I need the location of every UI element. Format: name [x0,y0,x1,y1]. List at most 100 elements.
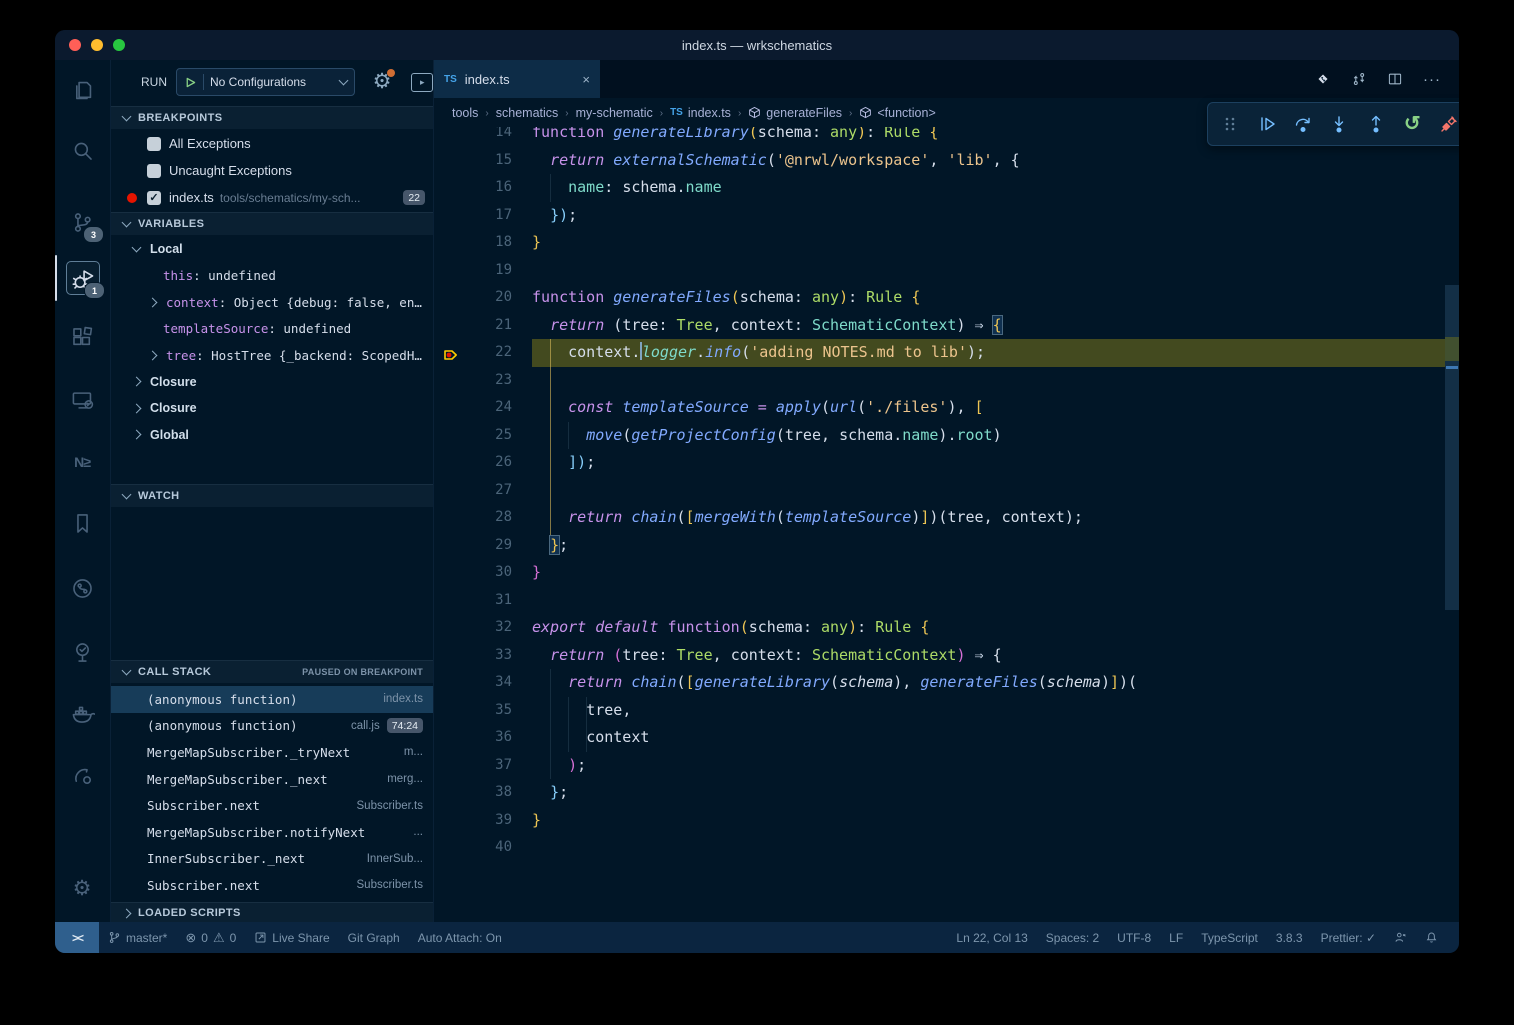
variable-scope-row[interactable]: Closure [111,369,433,396]
breakpoint-row[interactable]: All Exceptions [111,130,433,157]
call-stack-frame[interactable]: Subscriber.next Subscriber.ts [111,872,433,899]
call-stack-frame[interactable]: InnerSubscriber._next InnerSub... [111,846,433,873]
split-editor-icon[interactable] [1387,71,1403,87]
variable-row[interactable]: templateSource: undefined [111,316,433,343]
close-window-button[interactable] [69,39,81,51]
variable-row[interactable]: this: undefined [111,263,433,290]
line-number: 39 [464,807,512,835]
activity-nx-console[interactable]: N≥ [66,446,98,478]
git-graph-status[interactable]: Git Graph [339,922,409,953]
activity-explorer[interactable] [66,74,98,106]
code-editor[interactable]: 14function generateLibrary(schema: any):… [434,60,1459,922]
step-over-button[interactable] [1290,111,1316,137]
git-branch-status[interactable]: master* [99,922,176,953]
breadcrumb-label: schematics [496,106,559,120]
step-into-button[interactable] [1326,111,1352,137]
activity-source-control[interactable]: 3 [66,206,98,238]
problems-status[interactable]: ⊗ 0 ⚠ 0 [176,922,245,953]
breakpoint-checkbox[interactable] [147,137,161,151]
variable-text: tree: HostTree {_backend: ScopedH… [166,348,422,363]
close-tab-icon[interactable]: × [582,72,590,87]
overview-current-line-mark [1445,337,1459,361]
debug-console-button[interactable]: ▸ [411,73,433,92]
line-number: 28 [464,504,512,532]
activity-bookmarks[interactable] [66,507,98,539]
variables-section-header[interactable]: VARIABLES [111,212,433,235]
call-stack-frame[interactable]: (anonymous function) index.ts [111,686,433,713]
restart-button[interactable]: ↺ [1399,111,1425,137]
open-changes-icon[interactable] [1351,71,1367,87]
gitlens-icon[interactable] [1315,71,1331,87]
breakpoint-checkbox[interactable]: ✓ [147,191,161,205]
watch-section-header[interactable]: WATCH [111,484,433,507]
breakpoints-section-header[interactable]: BREAKPOINTS [111,106,433,129]
code-line-29: 29 }; [434,532,1445,560]
call-stack-section-header[interactable]: CALL STACK PAUSED ON BREAKPOINT [111,660,433,683]
feedback-button[interactable] [1385,922,1416,953]
breakpoint-row[interactable]: Uncaught Exceptions [111,157,433,184]
call-stack-frame[interactable]: (anonymous function) call.js74:24 [111,713,433,740]
variable-row[interactable]: tree: HostTree {_backend: ScopedH… [111,342,433,369]
step-out-button[interactable] [1363,111,1389,137]
line-number: 16 [464,174,512,202]
launch-configuration-dropdown[interactable]: No Configurations [176,68,355,96]
activity-remote-explorer[interactable] [66,384,98,416]
loaded-scripts-title: LOADED SCRIPTS [138,907,241,919]
zoom-window-button[interactable] [113,39,125,51]
start-debug-icon[interactable] [184,76,197,89]
call-stack-frame[interactable]: MergeMapSubscriber._tryNext m... [111,739,433,766]
continue-button[interactable] [1254,111,1280,137]
breadcrumb-item-index-ts[interactable]: TSindex.ts [670,106,731,120]
frame-file: call.js74:24 [351,718,423,733]
more-actions-icon[interactable]: ··· [1423,71,1441,88]
minimize-window-button[interactable] [91,39,103,51]
breakpoint-checkbox[interactable] [147,164,161,178]
remote-icon: >< [72,931,82,945]
code-line-27: 27 [434,477,1445,505]
call-stack-frame[interactable]: MergeMapSubscriber._next merg... [111,766,433,793]
tab-bar: TS index.ts × ··· [434,60,1459,98]
remote-explorer-icon [70,388,95,413]
configure-gear-button[interactable]: ⚙ [373,71,392,93]
activity-docker[interactable] [66,697,98,729]
activity-run-debug[interactable]: 1 [66,261,100,295]
activity-extensions[interactable] [66,321,98,353]
variable-row[interactable]: context: Object {debug: false, en… [111,289,433,316]
breakpoint-row[interactable]: ✓index.tstools/schematics/my-sch...22 [111,184,433,211]
breadcrumb-item-generatefiles[interactable]: generateFiles [748,106,842,120]
activity-git-graph[interactable] [66,572,98,604]
typescript-version-status[interactable]: 3.8.3 [1267,922,1312,953]
eol-status[interactable]: LF [1160,922,1192,953]
prettier-status[interactable]: Prettier: ✓ [1312,922,1385,953]
auto-attach-status[interactable]: Auto Attach: On [409,922,511,953]
variable-scope-row[interactable]: Global [111,422,433,449]
breadcrumb-item--function-[interactable]: <function> [859,106,935,120]
activity-settings[interactable]: ⚙ [66,872,98,904]
variable-scope-row[interactable]: Closure [111,395,433,422]
breadcrumb-item-tools[interactable]: tools [452,106,478,120]
activity-test-explorer[interactable] [66,636,98,668]
loaded-scripts-section-header[interactable]: LOADED SCRIPTS [111,902,433,923]
indentation-status[interactable]: Spaces: 2 [1037,922,1108,953]
variable-scope-row[interactable]: Local [111,236,433,263]
activity-search[interactable] [66,134,98,166]
language-status[interactable]: TypeScript [1192,922,1267,953]
cursor-position-status[interactable]: Ln 22, Col 13 [947,922,1036,953]
disconnect-button[interactable] [1436,111,1459,137]
breadcrumb-item-my-schematic[interactable]: my-schematic [576,106,653,120]
live-share-status[interactable]: Live Share [245,922,338,953]
breadcrumb-label: my-schematic [576,106,653,120]
remote-indicator[interactable]: >< [55,922,99,953]
call-stack-frame[interactable]: MergeMapSubscriber.notifyNext ... [111,819,433,846]
call-stack-frame[interactable]: Subscriber.next Subscriber.ts [111,792,433,819]
status-bar: >< master* ⊗ 0 ⚠ 0 Live Share Git Graph … [55,922,1459,953]
notifications-button[interactable] [1416,922,1447,953]
breadcrumb-item-schematics[interactable]: schematics [496,106,559,120]
scrollbar-thumb[interactable] [1445,285,1459,610]
tab-index-ts[interactable]: TS index.ts × [434,60,600,98]
line-number: 37 [464,752,512,780]
activity-live-share[interactable] [66,759,98,791]
live-share-icon [70,763,95,788]
debug-toolbar: ↺ [1207,102,1459,146]
encoding-status[interactable]: UTF-8 [1108,922,1160,953]
